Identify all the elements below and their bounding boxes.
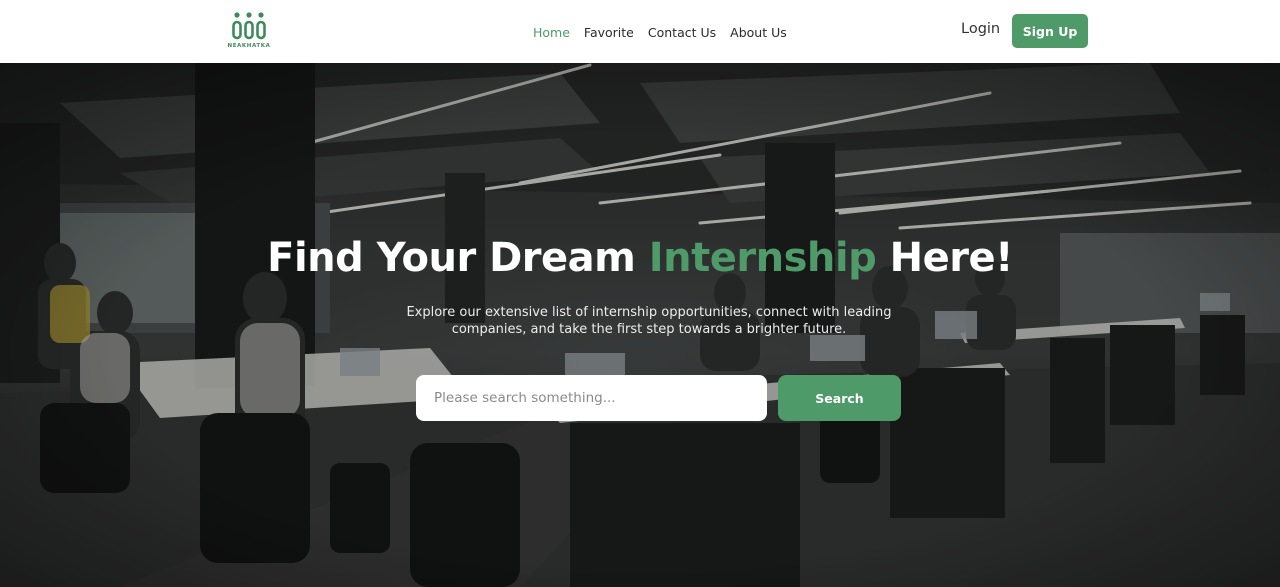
top-navbar: NEAKHATKA Home Favorite Contact Us About… bbox=[0, 0, 1280, 63]
hero-title-accent: Internship bbox=[648, 235, 877, 281]
nav-item-home[interactable]: Home bbox=[533, 25, 570, 40]
signup-button[interactable]: Sign Up bbox=[1012, 14, 1088, 48]
brand-name: NEAKHATKA bbox=[227, 43, 271, 49]
search-input[interactable] bbox=[416, 375, 767, 421]
main-nav: Home Favorite Contact Us About Us bbox=[533, 22, 787, 42]
hero-title: Find Your Dream Internship Here! bbox=[0, 235, 1280, 281]
three-people-logo-icon bbox=[232, 12, 266, 40]
login-link[interactable]: Login bbox=[961, 21, 1000, 37]
search-button[interactable]: Search bbox=[778, 375, 901, 421]
hero-title-part2: Here! bbox=[876, 235, 1014, 281]
brand-logo[interactable]: NEAKHATKA bbox=[226, 11, 272, 55]
hero-section: Find Your Dream Internship Here! Explore… bbox=[0, 63, 1280, 587]
nav-item-contact-us[interactable]: Contact Us bbox=[648, 25, 716, 40]
hero-subtitle: Explore our extensive list of internship… bbox=[406, 305, 892, 337]
nav-item-about-us[interactable]: About Us bbox=[730, 25, 787, 40]
nav-item-favorite[interactable]: Favorite bbox=[584, 25, 634, 40]
hero-title-part1: Find Your Dream bbox=[267, 235, 649, 281]
